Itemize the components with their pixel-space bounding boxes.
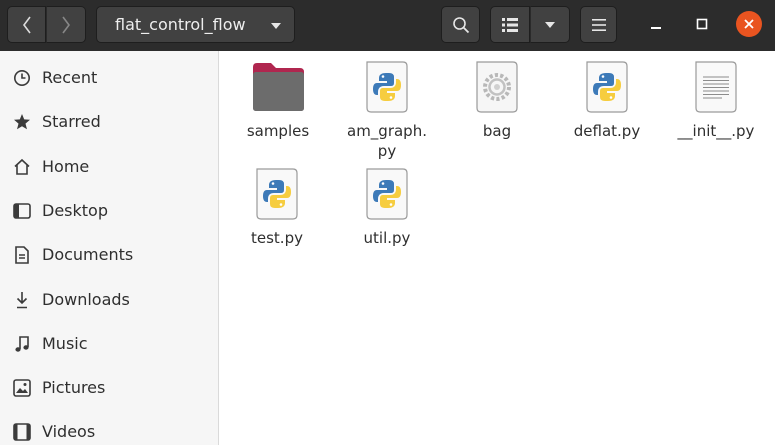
sidebar-item-label: Videos bbox=[42, 421, 96, 441]
file-icon-grid: samples am_graph. py bag deflat.py __ini… bbox=[220, 51, 775, 445]
music-icon bbox=[12, 334, 32, 354]
maximize-icon bbox=[696, 18, 708, 30]
python-file-icon bbox=[249, 166, 305, 222]
python-file-icon bbox=[579, 59, 635, 115]
file-item-test[interactable]: test.py bbox=[222, 166, 332, 248]
file-name: samples bbox=[246, 122, 310, 140]
path-bar-button[interactable]: flat_control_flow bbox=[96, 6, 295, 43]
sidebar-item-label: Desktop bbox=[42, 200, 108, 220]
python-file-icon bbox=[359, 59, 415, 115]
forward-icon bbox=[62, 16, 70, 33]
sidebar-item-starred[interactable]: Starred bbox=[0, 101, 218, 141]
sidebar-item-label: Starred bbox=[42, 111, 101, 131]
download-icon bbox=[12, 290, 32, 310]
file-item-util[interactable]: util.py bbox=[332, 166, 442, 248]
places-sidebar: Recent Starred Home Desktop Documents Do… bbox=[0, 51, 219, 445]
close-icon bbox=[744, 19, 754, 29]
sidebar-item-pictures[interactable]: Pictures bbox=[0, 367, 218, 407]
file-name-line: py bbox=[377, 142, 397, 160]
file-name: util.py bbox=[363, 229, 411, 247]
chevron-down-icon bbox=[271, 23, 281, 29]
desktop-icon bbox=[12, 201, 32, 221]
sidebar-item-label: Home bbox=[42, 156, 90, 176]
sidebar-item-home[interactable]: Home bbox=[0, 146, 218, 186]
search-button[interactable] bbox=[441, 6, 480, 43]
chevron-down-icon bbox=[545, 21, 555, 28]
sidebar-item-recent[interactable]: Recent bbox=[0, 57, 218, 97]
view-toggle-button[interactable] bbox=[490, 6, 530, 43]
pictures-icon bbox=[12, 378, 32, 398]
back-icon bbox=[22, 16, 31, 33]
home-icon bbox=[12, 157, 32, 177]
file-name: bag bbox=[482, 122, 512, 140]
sidebar-item-label: Music bbox=[42, 333, 88, 353]
search-icon bbox=[452, 16, 469, 33]
minimize-icon bbox=[651, 27, 661, 29]
current-folder-label: flat_control_flow bbox=[115, 15, 246, 34]
executable-file-icon bbox=[469, 59, 525, 115]
sidebar-item-downloads[interactable]: Downloads bbox=[0, 279, 218, 319]
forward-button[interactable] bbox=[46, 6, 86, 43]
videos-icon bbox=[12, 422, 32, 442]
view-options-button[interactable] bbox=[530, 6, 570, 43]
hamburger-menu-icon bbox=[591, 18, 606, 31]
sidebar-item-videos[interactable]: Videos bbox=[0, 411, 218, 445]
sidebar-item-label: Recent bbox=[42, 67, 98, 87]
file-item-samples[interactable]: samples bbox=[223, 59, 333, 141]
main-menu-button[interactable] bbox=[580, 6, 617, 43]
sidebar-item-desktop[interactable]: Desktop bbox=[0, 190, 218, 230]
python-file-icon bbox=[359, 166, 415, 222]
star-icon bbox=[12, 112, 32, 132]
file-name-line: am_graph. bbox=[347, 122, 427, 140]
file-manager-window: flat_control_flow Recent Starred Home De… bbox=[0, 0, 775, 445]
file-name: test.py bbox=[251, 229, 303, 247]
file-item-init[interactable]: __init__.py bbox=[661, 59, 771, 141]
back-button[interactable] bbox=[7, 6, 46, 43]
sidebar-item-documents[interactable]: Documents bbox=[0, 234, 218, 274]
clock-icon bbox=[12, 68, 32, 88]
file-name: __init__.py bbox=[677, 122, 755, 140]
document-icon bbox=[12, 245, 32, 265]
header-bar: flat_control_flow bbox=[0, 0, 775, 51]
file-item-bag[interactable]: bag bbox=[442, 59, 552, 141]
sidebar-item-label: Pictures bbox=[42, 377, 106, 397]
text-file-icon bbox=[688, 59, 744, 115]
minimize-button[interactable] bbox=[643, 11, 669, 37]
sidebar-item-label: Documents bbox=[42, 244, 134, 264]
file-item-deflat[interactable]: deflat.py bbox=[552, 59, 662, 141]
sidebar-item-label: Downloads bbox=[42, 289, 130, 309]
folder-icon bbox=[250, 59, 306, 115]
file-name: am_graph.py bbox=[332, 121, 442, 161]
close-button[interactable] bbox=[736, 11, 762, 37]
list-view-icon bbox=[502, 17, 518, 32]
file-item-am-graph[interactable]: am_graph.py bbox=[332, 59, 442, 161]
file-name: deflat.py bbox=[573, 122, 641, 140]
maximize-button[interactable] bbox=[689, 11, 715, 37]
sidebar-item-music[interactable]: Music bbox=[0, 323, 218, 363]
